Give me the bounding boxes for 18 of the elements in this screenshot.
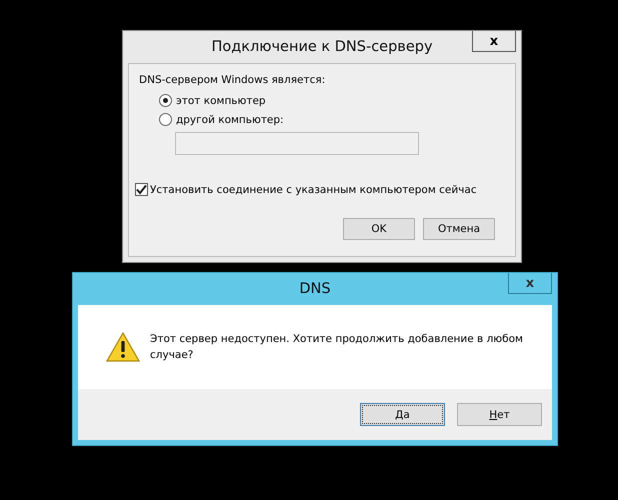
prompt-label: DNS-сервером Windows является: xyxy=(139,74,326,86)
dialog-button[interactable]: Отмена xyxy=(423,218,495,240)
close-button[interactable]: x xyxy=(508,273,552,294)
checkbox[interactable] xyxy=(135,183,148,196)
window-title: DNS xyxy=(299,281,331,297)
dialog-button[interactable]: Да xyxy=(360,403,445,426)
dialog-button[interactable]: Нет xyxy=(457,403,542,426)
radio-button[interactable] xyxy=(159,94,172,107)
radio-label[interactable]: этот компьютер xyxy=(176,94,266,106)
checkbox-label[interactable]: Установить соединение с указанным компьютером сейчас xyxy=(150,184,477,196)
message-text: Этот сервер недоступен. Хотите продолжить добавление в любом случае? xyxy=(150,332,524,363)
close-button[interactable]: x xyxy=(472,31,516,52)
window-title: Подключение к DNS-серверу xyxy=(211,39,433,55)
radio-label[interactable]: другой компьютер: xyxy=(176,114,284,126)
radio-button[interactable] xyxy=(159,113,172,126)
dialog-button[interactable]: OK xyxy=(343,218,415,240)
warning-icon xyxy=(106,332,140,362)
computer-name-field[interactable] xyxy=(175,132,419,155)
